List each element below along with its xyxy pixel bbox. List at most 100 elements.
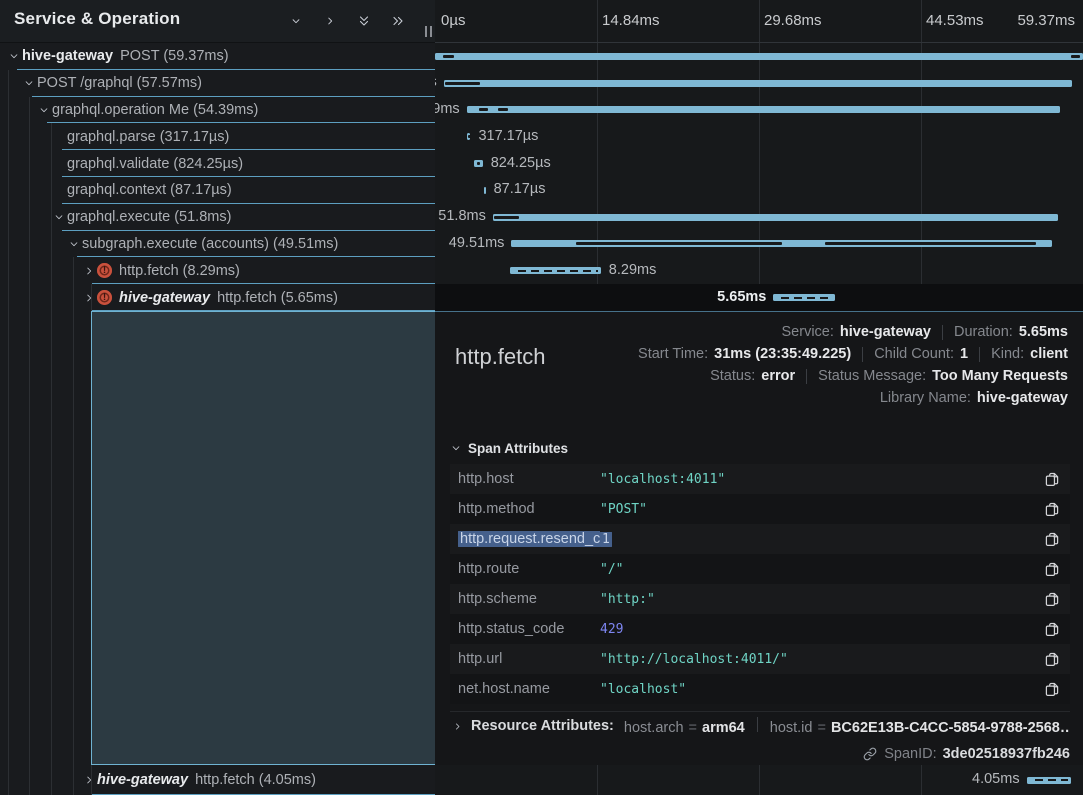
span-tree-row[interactable]: !hive-gatewayhttp.fetch (5.65ms)	[0, 284, 435, 311]
copy-icon[interactable]	[1044, 502, 1060, 517]
chevron-down-icon[interactable]	[52, 212, 66, 222]
attribute-value: "POST"	[600, 502, 1044, 517]
span-duration-label: 57.57ms	[435, 74, 437, 90]
span-duration-label: 54.39ms	[435, 101, 460, 117]
span-operation-label: http.fetch (4.05ms)	[195, 772, 316, 788]
chevron-right-icon[interactable]	[82, 293, 96, 303]
span-bar[interactable]	[467, 133, 470, 140]
copy-icon[interactable]	[1044, 682, 1060, 697]
attribute-key: http.status_code	[458, 621, 600, 637]
collapse-all-icon[interactable]	[355, 12, 373, 30]
span-operation-label: graphql.context (87.17µs)	[67, 182, 232, 198]
span-service-name: hive-gateway	[119, 290, 210, 306]
timeline-row	[435, 43, 1083, 70]
span-tree-pane: Service & Operation hive-gatewayPOST (59…	[0, 0, 435, 795]
meta-value: 5.65ms	[1019, 324, 1068, 340]
span-tree-row[interactable]: graphql.operation Me (54.39ms)	[0, 97, 435, 124]
link-icon[interactable]	[863, 747, 884, 761]
critical-path-mark	[498, 108, 509, 111]
collapse-one-icon[interactable]	[287, 12, 305, 30]
chevron-right-icon[interactable]	[82, 266, 96, 276]
equals-sign: =	[817, 720, 825, 736]
attribute-key: http.scheme	[458, 591, 600, 607]
span-id-label: SpanID:	[884, 746, 936, 762]
attribute-row: http.scheme"http:"	[450, 584, 1070, 614]
chevron-down-icon[interactable]	[7, 51, 21, 61]
span-attributes-toggle[interactable]: Span Attributes	[451, 441, 568, 456]
expand-all-icon[interactable]	[389, 12, 407, 30]
attribute-value: "http://localhost:4011/"	[600, 652, 1044, 667]
copy-icon[interactable]	[1044, 562, 1060, 577]
critical-path-mark	[825, 242, 1036, 245]
critical-path-mark	[479, 108, 488, 111]
chevron-right-icon	[453, 722, 462, 731]
span-operation-label: http.fetch (5.65ms)	[217, 290, 338, 306]
span-duration-label: 317.17µs	[478, 128, 538, 144]
timeline-row: 4.05ms	[435, 765, 1083, 795]
span-tree-row[interactable]: graphql.context (87.17µs)	[0, 177, 435, 204]
axis-tick-label: 0µs	[441, 12, 466, 29]
span-operation-label: POST /graphql (57.57ms)	[37, 75, 202, 91]
chevron-down-icon[interactable]	[22, 78, 36, 88]
span-operation-label: http.fetch (8.29ms)	[119, 263, 240, 279]
attribute-row: http.route"/"	[450, 554, 1070, 584]
meta-label: Start Time:	[638, 346, 708, 362]
span-detail-meta: Service:hive-gatewayDuration:5.65msStart…	[638, 321, 1068, 409]
span-meta-line: Library Name:hive-gateway	[638, 387, 1068, 409]
critical-path-mark	[443, 55, 453, 58]
critical-path-dashes	[513, 270, 597, 272]
meta-divider	[942, 325, 943, 340]
copy-icon[interactable]	[1044, 622, 1060, 637]
span-tree-row[interactable]: !http.fetch (8.29ms)	[0, 257, 435, 284]
expand-one-icon[interactable]	[321, 12, 339, 30]
span-operation-label: graphql.operation Me (54.39ms)	[52, 102, 258, 118]
span-bar[interactable]	[493, 214, 1058, 221]
span-detail-panel: http.fetch Service:hive-gatewayDuration:…	[435, 311, 1083, 765]
chevron-right-icon[interactable]	[82, 775, 96, 785]
chevron-down-icon[interactable]	[37, 105, 51, 115]
meta-label: Child Count:	[874, 346, 954, 362]
span-meta-line: Service:hive-gatewayDuration:5.65ms	[638, 321, 1068, 343]
timeline-row: 54.39ms	[435, 97, 1083, 124]
timeline-row: 49.51ms	[435, 231, 1083, 258]
timeline-row: 8.29ms	[435, 257, 1083, 284]
axis-tick-label: 29.68ms	[764, 12, 822, 29]
span-tree-row[interactable]: graphql.parse (317.17µs)	[0, 123, 435, 150]
axis-tick-label: 14.84ms	[602, 12, 660, 29]
span-meta-line: Start Time: 31ms (23:35:49.225) Child Coun…	[638, 343, 1068, 365]
span-tree-row[interactable]: POST /graphql (57.57ms)	[0, 70, 435, 97]
meta-label: Service:	[782, 324, 834, 340]
timeline-row: 5.65ms	[435, 284, 1083, 311]
attribute-key: http.url	[458, 651, 600, 667]
copy-icon[interactable]	[1044, 652, 1060, 667]
span-bar[interactable]	[1027, 777, 1071, 784]
span-tree-row[interactable]: hive-gatewayhttp.fetch (4.05ms)	[0, 765, 435, 795]
critical-path-mark	[445, 82, 480, 85]
pane-title: Service & Operation	[14, 9, 180, 29]
span-bar[interactable]	[435, 53, 1083, 60]
attribute-key: http.host	[458, 471, 600, 487]
span-bar[interactable]	[484, 187, 486, 194]
span-bar[interactable]	[773, 294, 835, 301]
span-tree-row[interactable]: subgraph.execute (accounts) (49.51ms)	[0, 231, 435, 258]
span-tree-row[interactable]: hive-gatewayPOST (59.37ms)	[0, 43, 435, 70]
span-bar[interactable]	[444, 80, 1072, 87]
copy-icon[interactable]	[1044, 592, 1060, 607]
chevron-down-icon	[451, 441, 461, 456]
axis-tick-label: 44.53ms	[926, 12, 984, 29]
meta-value: 31ms (23:35:49.225)	[714, 346, 851, 362]
attribute-row: http.request.resend_count1	[450, 524, 1070, 554]
resource-attributes-toggle[interactable]: Resource Attributes: host.arch=arm64host…	[450, 711, 1070, 740]
span-bar[interactable]	[511, 240, 1051, 247]
span-bar[interactable]	[467, 106, 1061, 113]
copy-icon[interactable]	[1044, 532, 1060, 547]
span-tree-row[interactable]: graphql.execute (51.8ms)	[0, 204, 435, 231]
indent-guide	[73, 257, 74, 795]
copy-icon[interactable]	[1044, 472, 1060, 487]
chevron-down-icon[interactable]	[67, 239, 81, 249]
span-bar[interactable]	[474, 160, 483, 167]
span-tree-row[interactable]: graphql.validate (824.25µs)	[0, 150, 435, 177]
equals-sign: =	[689, 720, 697, 736]
pane-resize-handle[interactable]	[425, 26, 432, 37]
span-bar[interactable]	[510, 267, 600, 274]
